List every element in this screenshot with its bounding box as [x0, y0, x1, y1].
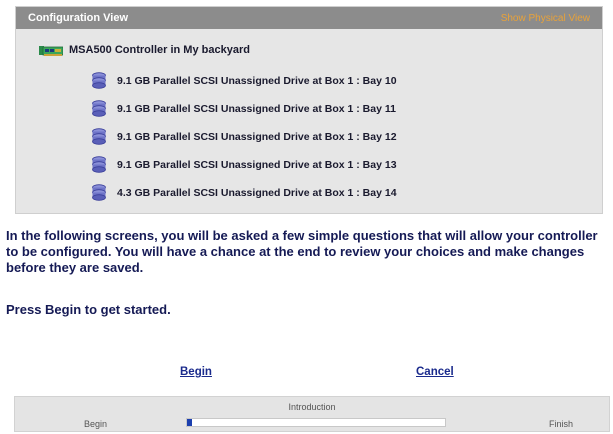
drive-label: 9.1 GB Parallel SCSI Unassigned Drive at… [117, 75, 397, 87]
press-begin-instruction: Press Begin to get started. [6, 302, 171, 317]
begin-link[interactable]: Begin [180, 366, 212, 378]
controller-icon [39, 46, 63, 56]
progress-step-title: Introduction [288, 402, 336, 412]
disk-drive-icon [92, 128, 106, 145]
configuration-view-panel: Configuration View Show Physical View MS… [15, 6, 603, 214]
controller-label: MSA500 Controller in My backyard [69, 44, 250, 56]
disk-drive-icon [92, 184, 106, 201]
controller-item[interactable]: MSA500 Controller in My backyard [39, 41, 250, 59]
configuration-view-header: Configuration View Show Physical View [16, 7, 602, 29]
drive-label: 9.1 GB Parallel SCSI Unassigned Drive at… [117, 103, 396, 115]
drive-item[interactable]: 9.1 GB Parallel SCSI Unassigned Drive at… [91, 95, 397, 123]
drive-item[interactable]: 9.1 GB Parallel SCSI Unassigned Drive at… [91, 67, 397, 95]
drive-label: 4.3 GB Parallel SCSI Unassigned Drive at… [117, 187, 397, 199]
disk-drive-icon [92, 100, 106, 117]
drive-item[interactable]: 4.3 GB Parallel SCSI Unassigned Drive at… [91, 179, 397, 207]
disk-drive-icon [92, 156, 106, 173]
progress-end-label: Finish [549, 419, 574, 429]
wizard-progress-panel: Introduction Begin Finish [14, 396, 610, 432]
drive-label: 9.1 GB Parallel SCSI Unassigned Drive at… [117, 159, 397, 171]
cancel-link[interactable]: Cancel [416, 366, 454, 378]
drive-item[interactable]: 9.1 GB Parallel SCSI Unassigned Drive at… [91, 123, 397, 151]
drive-item[interactable]: 9.1 GB Parallel SCSI Unassigned Drive at… [91, 151, 397, 179]
intro-paragraph: In the following screens, you will be as… [6, 228, 598, 275]
drive-label: 9.1 GB Parallel SCSI Unassigned Drive at… [117, 131, 397, 143]
show-physical-view-link[interactable]: Show Physical View [501, 13, 590, 24]
drive-list: 9.1 GB Parallel SCSI Unassigned Drive at… [91, 67, 397, 207]
configuration-view-title: Configuration View [28, 12, 129, 24]
progress-start-label: Begin [84, 419, 108, 429]
disk-drive-icon [92, 72, 106, 89]
progress-bar [186, 418, 446, 427]
progress-bar-fill [187, 419, 193, 426]
